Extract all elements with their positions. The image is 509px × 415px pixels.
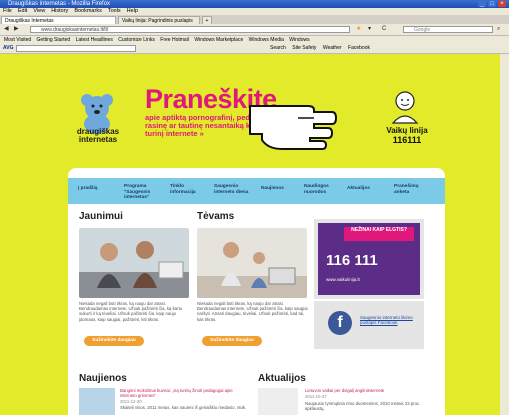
avg-site-safety[interactable]: Site Safety [292, 45, 316, 51]
vaiku-linija-banner[interactable]: NEŽINAI KAIP ELGTIS? 116 111 www.vaikuli… [314, 219, 424, 299]
naujienos-item-title[interactable]: Bangimi mokslimai buvnai: „Ką turėtų žin… [120, 388, 250, 398]
menu-history[interactable]: History [51, 8, 68, 14]
reload-icon[interactable]: C [382, 26, 386, 33]
menu-item-anketa[interactable]: Pranešimų anketa [394, 184, 428, 195]
bookmarks-toolbar: Most Visited Getting Started Latest Head… [0, 36, 509, 44]
search-icon[interactable]: ⌕ [497, 26, 500, 33]
menu-help[interactable]: Help [127, 8, 138, 14]
aktualijos-thumbnail [258, 388, 298, 415]
facebook-link[interactable]: Saugesnio interneto likimo puslapis Face… [360, 315, 418, 326]
banner-number: 116 111 [326, 252, 378, 269]
dropdown-icon[interactable]: ▾ [368, 26, 371, 33]
menu-file[interactable]: File [3, 8, 12, 14]
bookmark-free-hotmail[interactable]: Free Hotmail [160, 37, 189, 43]
menu-item-aktualijos[interactable]: Aktualijos [347, 186, 370, 192]
menu-bookmarks[interactable]: Bookmarks [74, 8, 102, 14]
close-icon[interactable]: × [498, 1, 506, 7]
menu-item-nuorodos[interactable]: Naudingos nuorodos [304, 184, 336, 195]
jaunimui-text: Niekada negali būti tikras, ką nauju dar… [79, 301, 183, 322]
menu-edit[interactable]: Edit [18, 8, 27, 14]
avg-weather[interactable]: Weather [323, 45, 342, 51]
naujienos-heading: Naujienos [79, 373, 127, 384]
minimize-icon[interactable]: _ [478, 1, 486, 7]
navigation-bar: ◀ ▶ www.draugiskasinternetas.lt/lt/ ★ ▾ … [0, 24, 509, 36]
bookmark-most-visited[interactable]: Most Visited [4, 37, 31, 43]
banner-question: NEŽINAI KAIP ELGTIS? [344, 227, 414, 241]
forward-icon[interactable]: ▶ [14, 26, 19, 33]
bookmark-windows-marketplace[interactable]: Windows Marketplace [194, 37, 243, 43]
address-bar[interactable]: www.draugiskasinternetas.lt/lt/ [30, 26, 350, 33]
avg-facebook[interactable]: Facebook [348, 45, 370, 51]
menu-bar: File Edit View History Bookmarks Tools Help [0, 8, 509, 15]
vaiku-linija-number: 116111 [392, 135, 422, 145]
avg-search-input[interactable] [16, 45, 136, 52]
naujienos-item-text: Skaiteli visos. 2011 metus, kas nauieni … [120, 405, 247, 410]
tab-vaiku-linija[interactable]: Vaikų linija: Pagrindinis puslapis [118, 16, 200, 24]
facebook-icon[interactable]: f [328, 311, 352, 335]
window-title-bar: Draugiškas internetas - Mozilla Firefox … [0, 0, 509, 8]
bookmark-windows[interactable]: Windows [289, 37, 309, 43]
tevams-text: Niekada negali būti tikras, ką naujo dar… [197, 301, 308, 322]
menu-view[interactable]: View [33, 8, 45, 14]
menu-item-naujienos[interactable]: Naujienos [261, 186, 284, 192]
banner-url: www.vaikulinija.lt [326, 277, 360, 282]
avg-search-button[interactable]: Search [270, 45, 286, 51]
menu-tools[interactable]: Tools [108, 8, 121, 14]
tab-bar: Draugiškas Internetas Vaikų linija: Pagr… [0, 15, 509, 24]
vaiku-linija-name: Vaikų linija [386, 126, 428, 135]
new-tab-button[interactable]: + [202, 16, 212, 24]
avg-toolbar: AVG Search Site Safety Weather Facebook [0, 44, 509, 54]
search-input[interactable]: Google [403, 26, 493, 33]
tevams-photo [197, 228, 307, 298]
bookmark-getting-started[interactable]: Getting Started [37, 37, 71, 43]
pointing-hand-icon [249, 105, 338, 150]
aktualijos-heading: Aktualijos [258, 373, 306, 384]
tevams-heading: Tėvams [197, 211, 235, 222]
naujienos-item-date: 2011-12-20 [120, 399, 142, 404]
naujienos-thumbnail [79, 388, 115, 415]
bookmark-windows-media[interactable]: Windows Media [249, 37, 284, 43]
facebook-box[interactable]: f Saugesnio interneto likimo puslapis Fa… [314, 301, 424, 349]
aktualijos-item-title[interactable]: Lietuvos vaikai per dvigalį angliniinter… [305, 388, 435, 393]
jaunimui-photo [79, 228, 189, 298]
menu-item-tinklo-info[interactable]: Tinklo informacija [170, 184, 202, 195]
menu-item-programa[interactable]: Programa "Saugesnis internetas" [124, 184, 164, 201]
tevams-more-button[interactable]: Sužinokite daugiau [202, 336, 262, 346]
brand-name: draugiškas internetas [76, 127, 120, 144]
jaunimui-more-button[interactable]: Sužinokite daugiau [84, 336, 144, 346]
tab-draugiskas[interactable]: Draugiškas Internetas [1, 16, 116, 24]
vaiku-linija-logo[interactable] [383, 87, 427, 127]
bookmark-customize-links[interactable]: Customize Links [118, 37, 155, 43]
menu-item-saugesnio-diena[interactable]: Saugesnio interneto diena [214, 184, 250, 195]
bookmark-star-icon[interactable]: ★ [356, 26, 361, 33]
aktualijos-item-text: Naujausio tyrimųtinia rimo duomenims, 20… [305, 401, 421, 412]
avg-logo[interactable]: AVG [3, 44, 13, 53]
bookmark-latest-headlines[interactable]: Latest Headlines [76, 37, 113, 43]
scrollbar[interactable] [500, 54, 509, 415]
jaunimui-heading: Jaunimui [79, 211, 123, 222]
maximize-icon[interactable]: □ [488, 1, 496, 7]
aktualijos-item-date: 2011-10-27 [305, 394, 327, 399]
back-icon[interactable]: ◀ [4, 26, 9, 33]
window-title: Draugiškas internetas - Mozilla Firefox [8, 1, 111, 7]
menu-item-pradzia[interactable]: Į pradžią [78, 186, 97, 192]
